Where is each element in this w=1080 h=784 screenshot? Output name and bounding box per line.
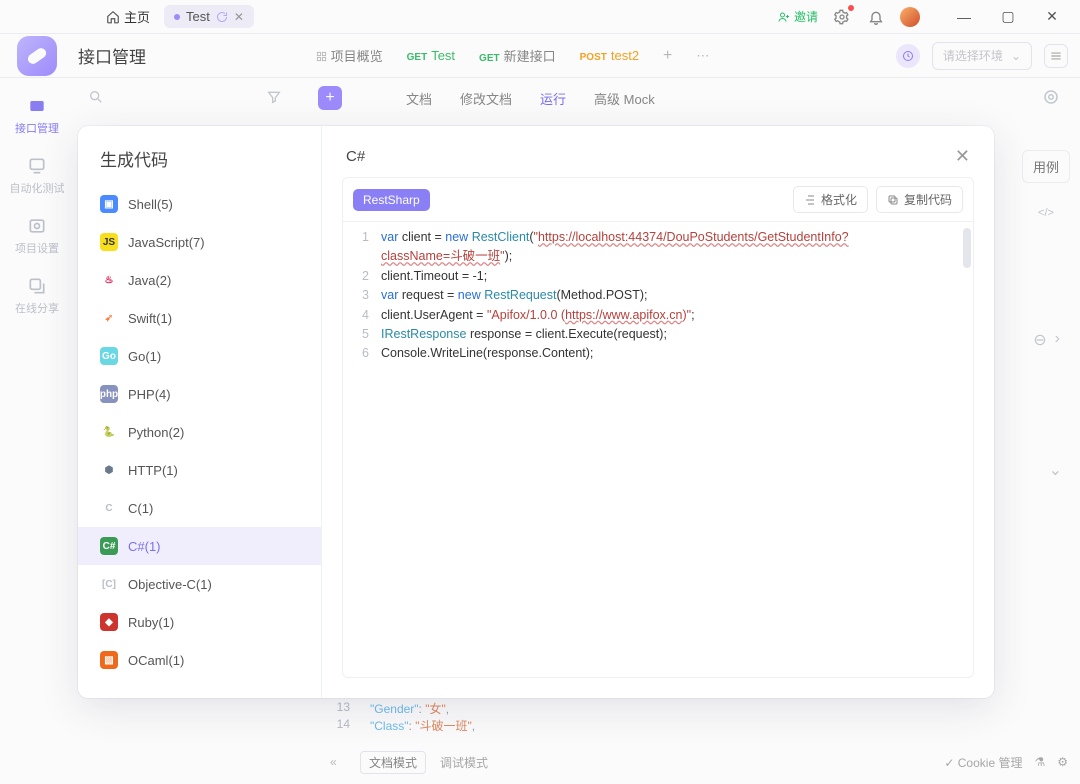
lang-item-shell[interactable]: ▣ Shell(5) [78, 185, 321, 223]
lang-label: C#(1) [128, 539, 161, 554]
lang-icon: ▧ [100, 651, 118, 669]
lang-item-python[interactable]: 🐍 Python(2) [78, 413, 321, 451]
lang-item-ocaml[interactable]: ▧ OCaml(1) [78, 641, 321, 679]
modal-close-button[interactable]: ✕ [955, 146, 970, 167]
lang-item-go[interactable]: Go Go(1) [78, 337, 321, 375]
lang-label: Go(1) [128, 349, 161, 364]
lang-label: Objective-C(1) [128, 577, 212, 592]
lang-icon: 🐍 [100, 423, 118, 441]
copy-icon [887, 194, 899, 206]
lang-label: JavaScript(7) [128, 235, 205, 250]
modal-title: 生成代码 [78, 146, 321, 185]
lang-icon: JS [100, 233, 118, 251]
format-icon [804, 194, 816, 206]
lang-item-ruby[interactable]: ◆ Ruby(1) [78, 603, 321, 641]
lang-icon: ➶ [100, 309, 118, 327]
lang-label: Java(2) [128, 273, 171, 288]
lang-icon: ◆ [100, 613, 118, 631]
lang-item-javascript[interactable]: JS JavaScript(7) [78, 223, 321, 261]
lang-item-swift[interactable]: ➶ Swift(1) [78, 299, 321, 337]
lang-icon: Go [100, 347, 118, 365]
lang-icon: ▣ [100, 195, 118, 213]
lang-item-c[interactable]: C C(1) [78, 489, 321, 527]
app-window: 主页 Test ✕ 邀请 ― ▢ [0, 0, 1080, 784]
format-button[interactable]: 格式化 [793, 186, 868, 213]
code-body[interactable]: 1var client = new RestClient("https://lo… [343, 222, 973, 677]
scrollbar[interactable] [963, 228, 971, 268]
code-qparam: className=斗破一班 [381, 249, 500, 263]
lang-label: HTTP(1) [128, 463, 178, 478]
code-ua-url: https://www.apifox.cn [565, 308, 682, 322]
code-panel: RestSharp 格式化 复制代码 1var client = new Res… [342, 177, 974, 678]
selected-language: C# [346, 148, 365, 165]
lang-label: Python(2) [128, 425, 184, 440]
lang-label: OCaml(1) [128, 653, 184, 668]
copy-button[interactable]: 复制代码 [876, 186, 963, 213]
copy-label: 复制代码 [904, 191, 952, 208]
generate-code-modal: 生成代码 ▣ Shell(5) JS JavaScript(7) ♨ Java(2) ➶ Sw… [78, 126, 994, 698]
lang-label: Ruby(1) [128, 615, 174, 630]
lang-icon: ⬢ [100, 461, 118, 479]
format-label: 格式化 [821, 191, 857, 208]
lang-item-c[interactable]: C# C#(1) [78, 527, 321, 565]
lang-icon: C [100, 499, 118, 517]
lang-icon: [C] [100, 575, 118, 593]
lang-label: Shell(5) [128, 197, 173, 212]
modal-language-list: 生成代码 ▣ Shell(5) JS JavaScript(7) ♨ Java(2) ➶ Sw… [78, 126, 322, 698]
modal-content: C# ✕ RestSharp 格式化 复制代码 [322, 126, 994, 698]
library-pill[interactable]: RestSharp [353, 189, 430, 211]
lang-item-php[interactable]: php PHP(4) [78, 375, 321, 413]
lang-label: Swift(1) [128, 311, 172, 326]
lang-label: C(1) [128, 501, 153, 516]
lang-item-objectivec[interactable]: [C] Objective-C(1) [78, 565, 321, 603]
lang-icon: ♨ [100, 271, 118, 289]
lang-item-http[interactable]: ⬢ HTTP(1) [78, 451, 321, 489]
lang-icon: C# [100, 537, 118, 555]
lang-item-java[interactable]: ♨ Java(2) [78, 261, 321, 299]
code-url: https://localhost:44374/DouPoStudents/Ge… [538, 230, 849, 244]
lang-icon: php [100, 385, 118, 403]
lang-label: PHP(4) [128, 387, 171, 402]
